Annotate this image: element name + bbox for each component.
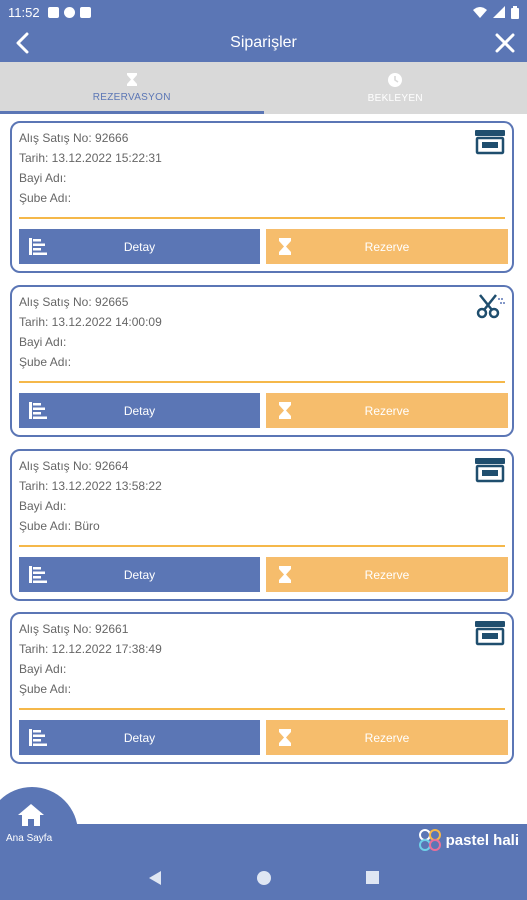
app-bar: Siparişler <box>0 24 527 62</box>
branch-name: Şube Adı: <box>19 191 72 205</box>
list-icon <box>29 566 47 583</box>
order-number: Alış Satış No: 92661 <box>19 622 129 636</box>
nav-back-icon <box>148 870 161 885</box>
card-divider <box>19 708 505 710</box>
back-button[interactable] <box>8 28 36 58</box>
reserve-button[interactable]: Rezerve <box>266 557 508 592</box>
nav-back-button[interactable] <box>145 868 165 888</box>
order-date: Tarih: 12.12.2022 17:38:49 <box>19 642 162 656</box>
tab-label: REZERVASYON <box>92 92 171 103</box>
order-date: Tarih: 13.12.2022 14:00:09 <box>19 315 162 329</box>
reserve-label: Rezerve <box>364 567 410 582</box>
dealer-name: Bayi Adı: <box>19 662 67 676</box>
reserve-button[interactable]: Rezerve <box>266 393 508 428</box>
tab-label: BEKLEYEN <box>367 92 423 104</box>
dealer-name: Bayi Adı: <box>19 499 67 513</box>
reserve-label: Rezerve <box>364 403 410 418</box>
wifi-icon <box>473 7 487 18</box>
hourglass-icon <box>279 566 291 583</box>
hourglass-icon <box>279 729 291 746</box>
order-date: Tarih: 13.12.2022 13:58:22 <box>19 479 162 493</box>
order-date: Tarih: 13.12.2022 15:22:31 <box>19 151 162 165</box>
sim-icon <box>79 6 91 18</box>
tab-bar: REZERVASYON BEKLEYEN <box>0 62 527 114</box>
signal-icon <box>493 6 505 18</box>
tab-bekleyen[interactable]: BEKLEYEN <box>264 62 527 114</box>
hourglass-icon <box>279 402 291 419</box>
dealer-name: Bayi Adı: <box>19 171 67 185</box>
dealer-name: Bayi Adı: <box>19 335 67 349</box>
page-title: Siparişler <box>230 34 297 51</box>
clock-icon <box>388 72 403 87</box>
hourglass-icon <box>126 73 137 86</box>
nav-recents-icon <box>366 871 379 884</box>
home-label[interactable]: Ana Sayfa <box>6 833 52 844</box>
detail-button[interactable]: Detay <box>19 557 260 592</box>
order-number: Alış Satış No: 92664 <box>19 459 129 473</box>
reserve-label: Rezerve <box>364 730 410 745</box>
nav-home-icon <box>256 870 271 885</box>
branch-name: Şube Adı: <box>19 682 72 696</box>
hourglass-icon <box>279 238 291 255</box>
order-card[interactable]: Alış Satış No: 92665 Tarih: 13.12.2022 1… <box>10 285 514 437</box>
brand-name: pastel hali <box>445 831 519 849</box>
order-number: Alış Satış No: 92666 <box>19 131 129 145</box>
f-icon <box>63 6 75 18</box>
card-divider <box>19 217 505 219</box>
brand-logo-icon <box>418 829 441 851</box>
branch-name: Şube Adı: Büro <box>19 519 100 533</box>
list-icon <box>29 402 47 419</box>
back-arrow-icon <box>16 32 29 54</box>
home-icon[interactable] <box>17 803 45 827</box>
cash-register-icon <box>475 130 505 155</box>
cash-register-icon <box>475 458 505 483</box>
brand-logo: pastel hali <box>418 828 519 852</box>
card-divider <box>19 545 505 547</box>
detail-button[interactable]: Detay <box>19 720 260 755</box>
status-bar: 11:52 <box>0 0 527 24</box>
order-card[interactable]: Alış Satış No: 92661 Tarih: 12.12.2022 1… <box>10 612 514 764</box>
branch-name: Şube Adı: <box>19 355 72 369</box>
status-time: 11:52 <box>8 4 40 20</box>
nav-home-button[interactable] <box>254 868 274 888</box>
reserve-label: Rezerve <box>364 239 410 254</box>
order-number: Alış Satış No: 92665 <box>19 295 129 309</box>
a-icon <box>47 6 59 18</box>
detail-label: Detay <box>123 403 156 418</box>
scissors-icon <box>476 294 505 319</box>
order-card[interactable]: Alış Satış No: 92664 Tarih: 13.12.2022 1… <box>10 449 514 601</box>
nav-recents-button[interactable] <box>363 868 383 888</box>
detail-label: Detay <box>123 239 156 254</box>
close-icon <box>495 33 515 53</box>
detail-label: Detay <box>123 730 156 745</box>
cash-register-icon <box>475 621 505 646</box>
list-icon <box>29 238 47 255</box>
list-icon <box>29 729 47 746</box>
close-button[interactable] <box>491 28 519 58</box>
system-nav-bar <box>0 855 527 900</box>
card-divider <box>19 381 505 383</box>
battery-icon <box>511 5 519 19</box>
order-card[interactable]: Alış Satış No: 92666 Tarih: 13.12.2022 1… <box>10 121 514 273</box>
reserve-button[interactable]: Rezerve <box>266 229 508 264</box>
tab-rezervasyon[interactable]: REZERVASYON <box>0 62 264 114</box>
detail-button[interactable]: Detay <box>19 393 260 428</box>
reserve-button[interactable]: Rezerve <box>266 720 508 755</box>
detail-button[interactable]: Detay <box>19 229 260 264</box>
detail-label: Detay <box>123 567 156 582</box>
